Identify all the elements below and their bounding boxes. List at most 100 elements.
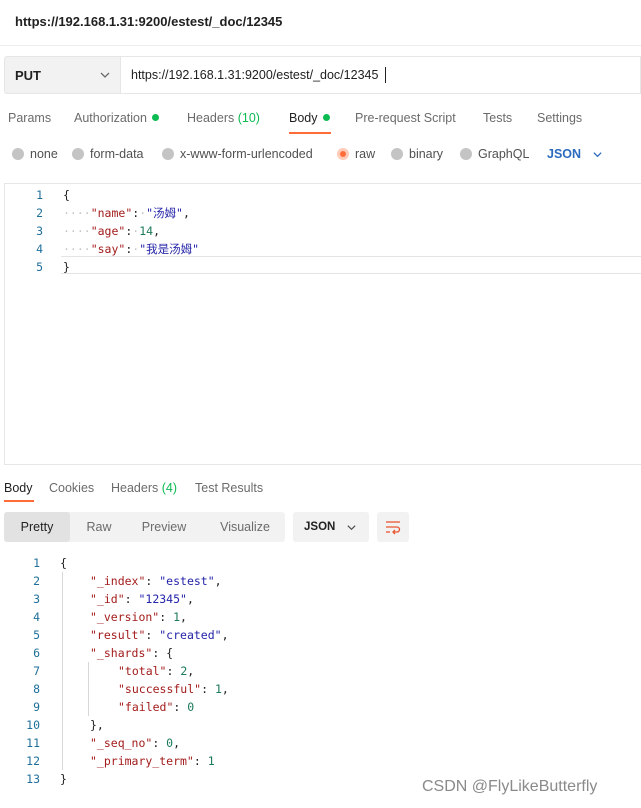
code-line: 9 "failed": 0 [0,698,641,716]
code-text: { [60,556,67,570]
body-type-none[interactable]: none [12,147,58,161]
tab-label: Tests [483,111,513,125]
request-row: PUT [4,56,641,94]
tab-params[interactable]: Params [8,111,51,125]
method-label: PUT [15,68,41,83]
view-pretty[interactable]: Pretty [4,512,70,542]
code-text: "_version": 1, [90,610,187,624]
code-text: } [63,260,70,274]
line-number: 1 [33,556,40,570]
code-text: ····"name":·"汤姆", [63,206,190,220]
method-select[interactable]: PUT [4,56,120,94]
radio-label: x-www-form-urlencoded [180,147,313,161]
response-tabs: Body Cookies Headers (4) Test Results [0,478,641,504]
code-line: 6 "_shards": { [0,644,641,662]
tab-settings[interactable]: Settings [537,111,582,125]
response-tab-cookies[interactable]: Cookies [49,481,94,495]
body-type-binary[interactable]: binary [391,147,443,161]
headers-count: (4) [161,481,178,495]
line-number: 2 [33,574,40,588]
code-line: 5 "result": "created", [0,626,641,644]
view-preview[interactable]: Preview [130,512,198,542]
tab-label: Authorization [74,111,147,125]
active-tab-underline [289,132,331,134]
headers-count: (10) [237,111,260,125]
body-type-urlencoded[interactable]: x-www-form-urlencoded [162,147,313,161]
radio-icon [12,148,24,160]
code-text: } [60,772,67,786]
radio-selected-icon [337,148,349,160]
code-line: 2 "_index": "estest", [0,572,641,590]
line-number: 4 [36,242,43,256]
line-number: 8 [33,682,40,696]
code-line: 10 }, [0,716,641,734]
line-number: 1 [36,188,43,202]
radio-icon [460,148,472,160]
chevron-down-icon [100,72,110,78]
line-number: 10 [26,718,40,732]
view-visualize[interactable]: Visualize [208,512,282,542]
code-line: 4 ····"say":·"我是汤姆" [5,240,641,258]
code-text: "total": 2, [118,664,195,678]
text-caret [385,67,386,83]
request-body-editor[interactable]: 1 { 2 ····"name":·"汤姆", 3 ····"age":·14,… [4,183,641,465]
code-text: }, [90,718,104,732]
tab-authorization[interactable]: Authorization [74,111,159,125]
view-mode-bar: Pretty Raw Preview Visualize [4,512,285,542]
chevron-down-icon [347,525,356,531]
line-number: 3 [33,592,40,606]
code-line: 1 { [5,186,641,204]
code-text: ····"age":·14, [63,224,160,238]
tab-pre-request-script[interactable]: Pre-request Script [355,111,456,125]
code-text: "_index": "estest", [90,574,222,588]
body-type-selector: none form-data x-www-form-urlencoded raw… [0,142,641,168]
wrap-lines-button[interactable] [377,512,409,542]
code-text: { [63,188,70,202]
line-number: 3 [36,224,43,238]
response-format-select[interactable]: JSON [293,512,369,542]
request-title: https://192.168.1.31:9200/estest/_doc/12… [15,14,283,29]
body-type-graphql[interactable]: GraphQL [460,147,529,161]
code-line: 11 "_seq_no": 0, [0,734,641,752]
active-tab-underline [4,500,34,502]
code-text: "_seq_no": 0, [90,736,181,750]
radio-label: raw [355,147,376,161]
radio-icon [72,148,84,160]
line-number: 13 [26,772,40,786]
format-label: JSON [304,521,336,533]
view-raw[interactable]: Raw [74,512,124,542]
code-text: "failed": 0 [118,700,195,714]
tab-headers[interactable]: Headers (10) [187,111,260,125]
body-language-select[interactable]: JSON [547,147,581,161]
code-line: 8 "successful": 1, [0,680,641,698]
body-type-form-data[interactable]: form-data [72,147,144,161]
code-text: "_id": "12345", [90,592,194,606]
watermark: CSDN @FlyLikeButterfly [422,778,598,795]
response-tab-body[interactable]: Body [4,481,33,495]
response-tab-headers[interactable]: Headers (4) [111,481,177,495]
url-input[interactable] [120,56,641,94]
line-number: 2 [36,206,43,220]
code-text: "_primary_term": 1 [90,754,215,768]
tab-label: Headers [111,481,159,495]
radio-label: form-data [90,147,144,161]
line-number: 4 [33,610,40,624]
tab-tests[interactable]: Tests [483,111,512,125]
response-tab-test-results[interactable]: Test Results [195,481,263,495]
tab-label: Params [8,111,52,125]
chevron-down-icon[interactable] [592,149,603,160]
code-line: 3 "_id": "12345", [0,590,641,608]
code-line: 12 "_primary_term": 1 [0,752,641,770]
code-text: "result": "created", [90,628,229,642]
tab-label: Settings [537,111,583,125]
code-line: 1 { [0,554,641,572]
code-text: "_shards": { [90,646,174,660]
radio-label: none [30,147,58,161]
body-type-raw[interactable]: raw [337,147,375,161]
tab-body[interactable]: Body [289,111,330,125]
line-number: 12 [26,754,40,768]
title-bar: https://192.168.1.31:9200/estest/_doc/12… [0,0,641,46]
line-number: 5 [33,628,40,642]
code-line: 7 "total": 2, [0,662,641,680]
status-dot-icon [151,114,159,121]
